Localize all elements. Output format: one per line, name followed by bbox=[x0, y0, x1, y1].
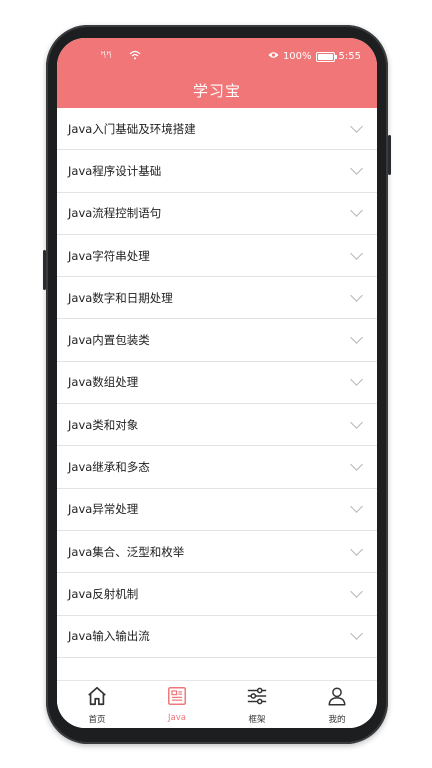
chevron-down-icon[interactable] bbox=[350, 627, 363, 641]
list-item[interactable]: Java数组处理 bbox=[57, 362, 377, 405]
status-right: 100% 5:55 bbox=[268, 51, 361, 62]
document-icon bbox=[166, 685, 188, 711]
eye-icon bbox=[268, 51, 279, 62]
list-item[interactable]: Java继承和多态 bbox=[57, 446, 377, 489]
list-item-label: Java内置包装类 bbox=[68, 333, 150, 348]
chevron-down-icon[interactable] bbox=[350, 162, 363, 175]
chevron-down-icon[interactable] bbox=[350, 500, 363, 514]
chevron-down-icon[interactable] bbox=[350, 119, 363, 133]
list-item[interactable]: Java字符串处理 bbox=[57, 235, 377, 278]
list-item-label: Java输入输出流 bbox=[68, 629, 150, 644]
user-icon bbox=[326, 685, 348, 711]
chevron-down-icon[interactable] bbox=[350, 542, 363, 556]
chevron-down-icon[interactable] bbox=[350, 204, 363, 218]
list-item-label: Java异常处理 bbox=[68, 502, 139, 517]
list-item-label: Java流程控制语句 bbox=[68, 206, 162, 221]
list-item-label: Java反射机制 bbox=[68, 586, 139, 601]
side-button-left bbox=[43, 250, 46, 290]
battery-percent: 100% bbox=[282, 51, 312, 62]
sliders-icon bbox=[246, 685, 268, 711]
list-item[interactable]: Java内置包装类 bbox=[57, 319, 377, 362]
list-item[interactable]: Java反射机制 bbox=[57, 573, 377, 616]
list-item[interactable]: Java输入输出流 bbox=[57, 616, 377, 658]
chevron-down-icon[interactable] bbox=[350, 585, 363, 598]
course-list: Java入门基础及环境搭建 Java程序设计基础 Java流程控制语句 Java字符串… bbox=[57, 108, 377, 680]
list-item-label: Java字符串处理 bbox=[68, 248, 150, 263]
tab-3[interactable]: 我的 bbox=[297, 681, 377, 728]
list-item[interactable]: Java入门基础及环境搭建 bbox=[57, 108, 377, 151]
list-item-label: Java程序设计基础 bbox=[68, 163, 162, 178]
list-item-label: Java数字和日期处理 bbox=[68, 290, 173, 305]
home-icon bbox=[86, 685, 108, 711]
list-item[interactable]: Java流程控制语句 bbox=[57, 193, 377, 235]
tab-label: 框架 bbox=[248, 715, 266, 725]
list-item[interactable]: Java类和对象 bbox=[57, 404, 377, 447]
list-item-label: Java数组处理 bbox=[68, 375, 139, 390]
list-item-label: Java入门基础及环境搭建 bbox=[68, 121, 196, 136]
tab-1[interactable]: Java bbox=[137, 681, 217, 728]
chevron-down-icon[interactable] bbox=[350, 288, 363, 302]
tab-2[interactable]: 框架 bbox=[217, 681, 297, 728]
list-item[interactable]: Java程序设计基础 bbox=[57, 150, 377, 193]
chevron-down-icon[interactable] bbox=[350, 415, 363, 429]
app-header: ᴴₗ ᴴₗ 100% 5:55 学习宝 bbox=[57, 38, 377, 108]
status-bar: ᴴₗ ᴴₗ 100% 5:55 bbox=[57, 49, 377, 65]
chevron-down-icon[interactable] bbox=[350, 246, 363, 260]
side-button-right bbox=[388, 135, 391, 175]
signal-icon: ᴴₗ ᴴₗ bbox=[101, 51, 111, 61]
list-item[interactable]: Java集合、泛型和枚举 bbox=[57, 531, 377, 574]
page-title: 学习宝 bbox=[192, 82, 241, 100]
battery-icon bbox=[315, 51, 337, 62]
battery-fill bbox=[317, 53, 333, 60]
tab-label: 首页 bbox=[88, 715, 106, 725]
list-item-label: Java集合、泛型和枚举 bbox=[68, 544, 185, 559]
tab-label: 我的 bbox=[328, 715, 346, 725]
status-time: 5:55 bbox=[338, 51, 361, 62]
tab-label: Java bbox=[168, 713, 186, 723]
screen: ᴴₗ ᴴₗ 100% 5:55 学习宝 Java入门基础及环境搭建 Java程序… bbox=[57, 38, 377, 728]
chevron-down-icon[interactable] bbox=[350, 458, 363, 471]
list-item-label: Java继承和多态 bbox=[68, 460, 150, 475]
tab-0[interactable]: 首页 bbox=[57, 681, 137, 728]
chevron-down-icon[interactable] bbox=[350, 373, 363, 387]
bottom-tab-bar: 首页 Java 框架 我的 bbox=[57, 680, 377, 728]
list-item[interactable]: Java数字和日期处理 bbox=[57, 277, 377, 320]
list-item-label: Java类和对象 bbox=[68, 417, 139, 432]
list-item[interactable]: Java异常处理 bbox=[57, 489, 377, 531]
wifi-icon bbox=[129, 50, 141, 63]
chevron-down-icon[interactable] bbox=[350, 331, 363, 344]
